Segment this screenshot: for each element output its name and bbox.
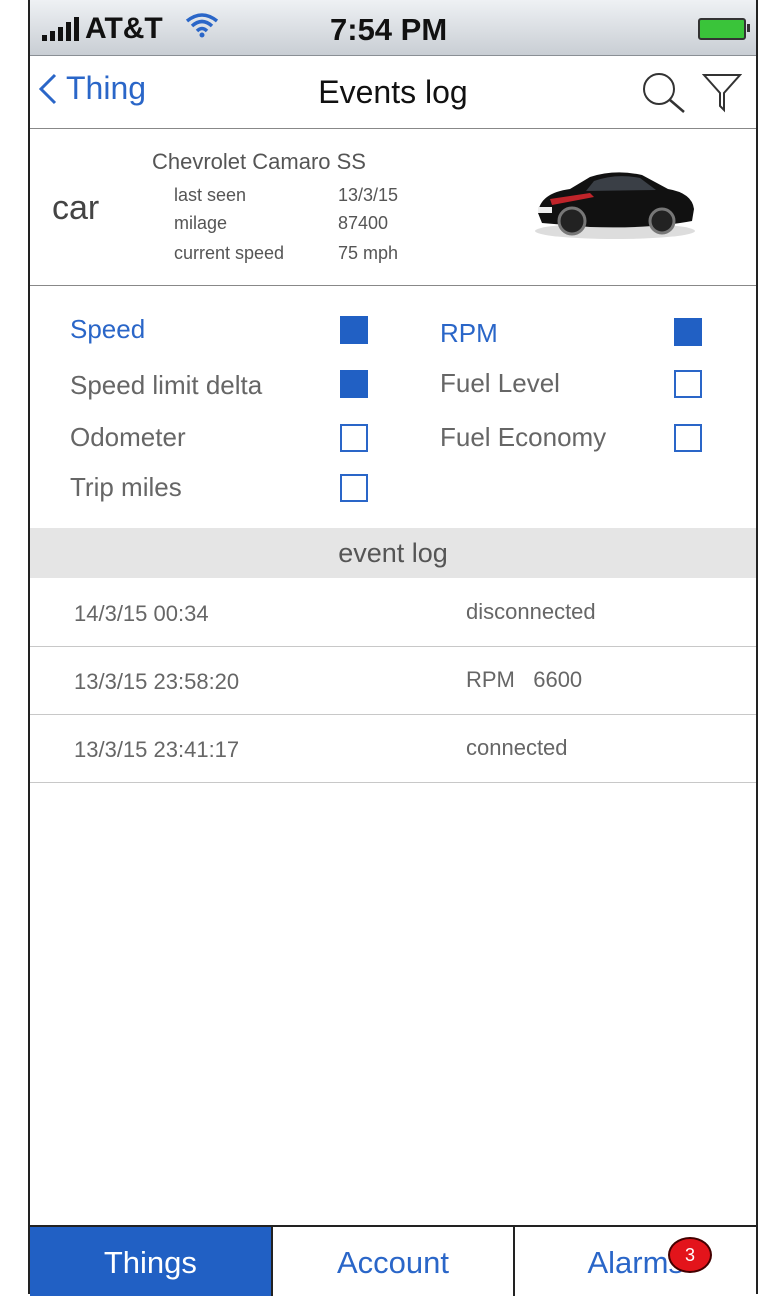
- wifi-icon: [185, 12, 219, 46]
- thing-name: Chevrolet Camaro SS: [152, 149, 366, 174]
- status-time: 7:54 PM: [330, 12, 448, 47]
- parameter-selector: Speed RPM Speed limit delta Fuel Level O…: [30, 286, 756, 528]
- carrier: AT&T: [42, 12, 219, 46]
- checkbox-speed[interactable]: [340, 316, 368, 344]
- event-description: connected: [466, 735, 568, 760]
- event-log-header: event log: [30, 528, 756, 578]
- car-image: [535, 172, 695, 239]
- carrier-label: AT&T: [85, 12, 163, 45]
- signal-icon: [42, 17, 79, 41]
- tab-label: Things: [103, 1245, 197, 1280]
- battery-icon: [698, 18, 750, 40]
- stat-label: last seen: [174, 185, 247, 205]
- stat-label: current speed: [174, 243, 285, 263]
- search-icon[interactable]: [640, 70, 686, 114]
- status-bar: AT&T 7:54 PM: [30, 0, 756, 56]
- checkbox-trip-miles[interactable]: [340, 474, 368, 502]
- param-label-speed-limit-delta: Speed limit delta: [70, 370, 263, 400]
- stat-label: milage: [174, 213, 228, 233]
- event-row[interactable]: 13/3/15 23:58:20 RPM 6600: [30, 647, 756, 715]
- tab-label: Account: [337, 1245, 450, 1280]
- checkbox-odometer[interactable]: [340, 424, 368, 452]
- event-time: 13/3/15 23:41:17: [74, 737, 240, 762]
- stat-value: 13/3/15: [338, 185, 399, 205]
- checkbox-fuel-economy[interactable]: [674, 424, 702, 452]
- stat-value: 87400: [338, 213, 389, 233]
- nav-bar: Thing Events log: [30, 56, 756, 129]
- thing-type-label: car: [52, 189, 100, 227]
- tab-alarms[interactable]: Alarms 3: [513, 1227, 756, 1296]
- tab-bar: Things Account Alarms 3: [30, 1225, 756, 1296]
- param-label-trip-miles: Trip miles: [70, 472, 182, 502]
- nav-actions: [640, 70, 742, 114]
- filter-icon[interactable]: [702, 70, 742, 114]
- param-label-rpm: RPM: [440, 318, 498, 348]
- checkbox-rpm[interactable]: [674, 318, 702, 346]
- param-label-speed: Speed: [70, 314, 146, 344]
- thing-summary: car Chevrolet Camaro SS last seen 13/3/1…: [30, 129, 756, 286]
- checkbox-fuel-level[interactable]: [674, 370, 702, 398]
- alarm-count-badge: 3: [668, 1237, 713, 1273]
- event-row[interactable]: 14/3/15 00:34 disconnected: [30, 579, 756, 647]
- phone-screen: AT&T 7:54 PM Thing Events log car Chevro…: [28, 0, 758, 1296]
- event-description: disconnected: [466, 599, 596, 624]
- stat-value: 75 mph: [338, 243, 399, 263]
- checkbox-speed-limit-delta[interactable]: [340, 370, 368, 398]
- event-row[interactable]: 13/3/15 23:41:17 connected: [30, 715, 756, 783]
- tab-account[interactable]: Account: [270, 1227, 514, 1296]
- tab-things[interactable]: Things: [30, 1227, 271, 1296]
- event-description: RPM 6600: [466, 667, 583, 692]
- param-label-odometer: Odometer: [70, 422, 186, 452]
- event-time: 14/3/15 00:34: [74, 601, 209, 626]
- param-label-fuel-economy: Fuel Economy: [440, 422, 607, 452]
- param-label-fuel-level: Fuel Level: [440, 368, 560, 398]
- event-time: 13/3/15 23:58:20: [74, 669, 240, 694]
